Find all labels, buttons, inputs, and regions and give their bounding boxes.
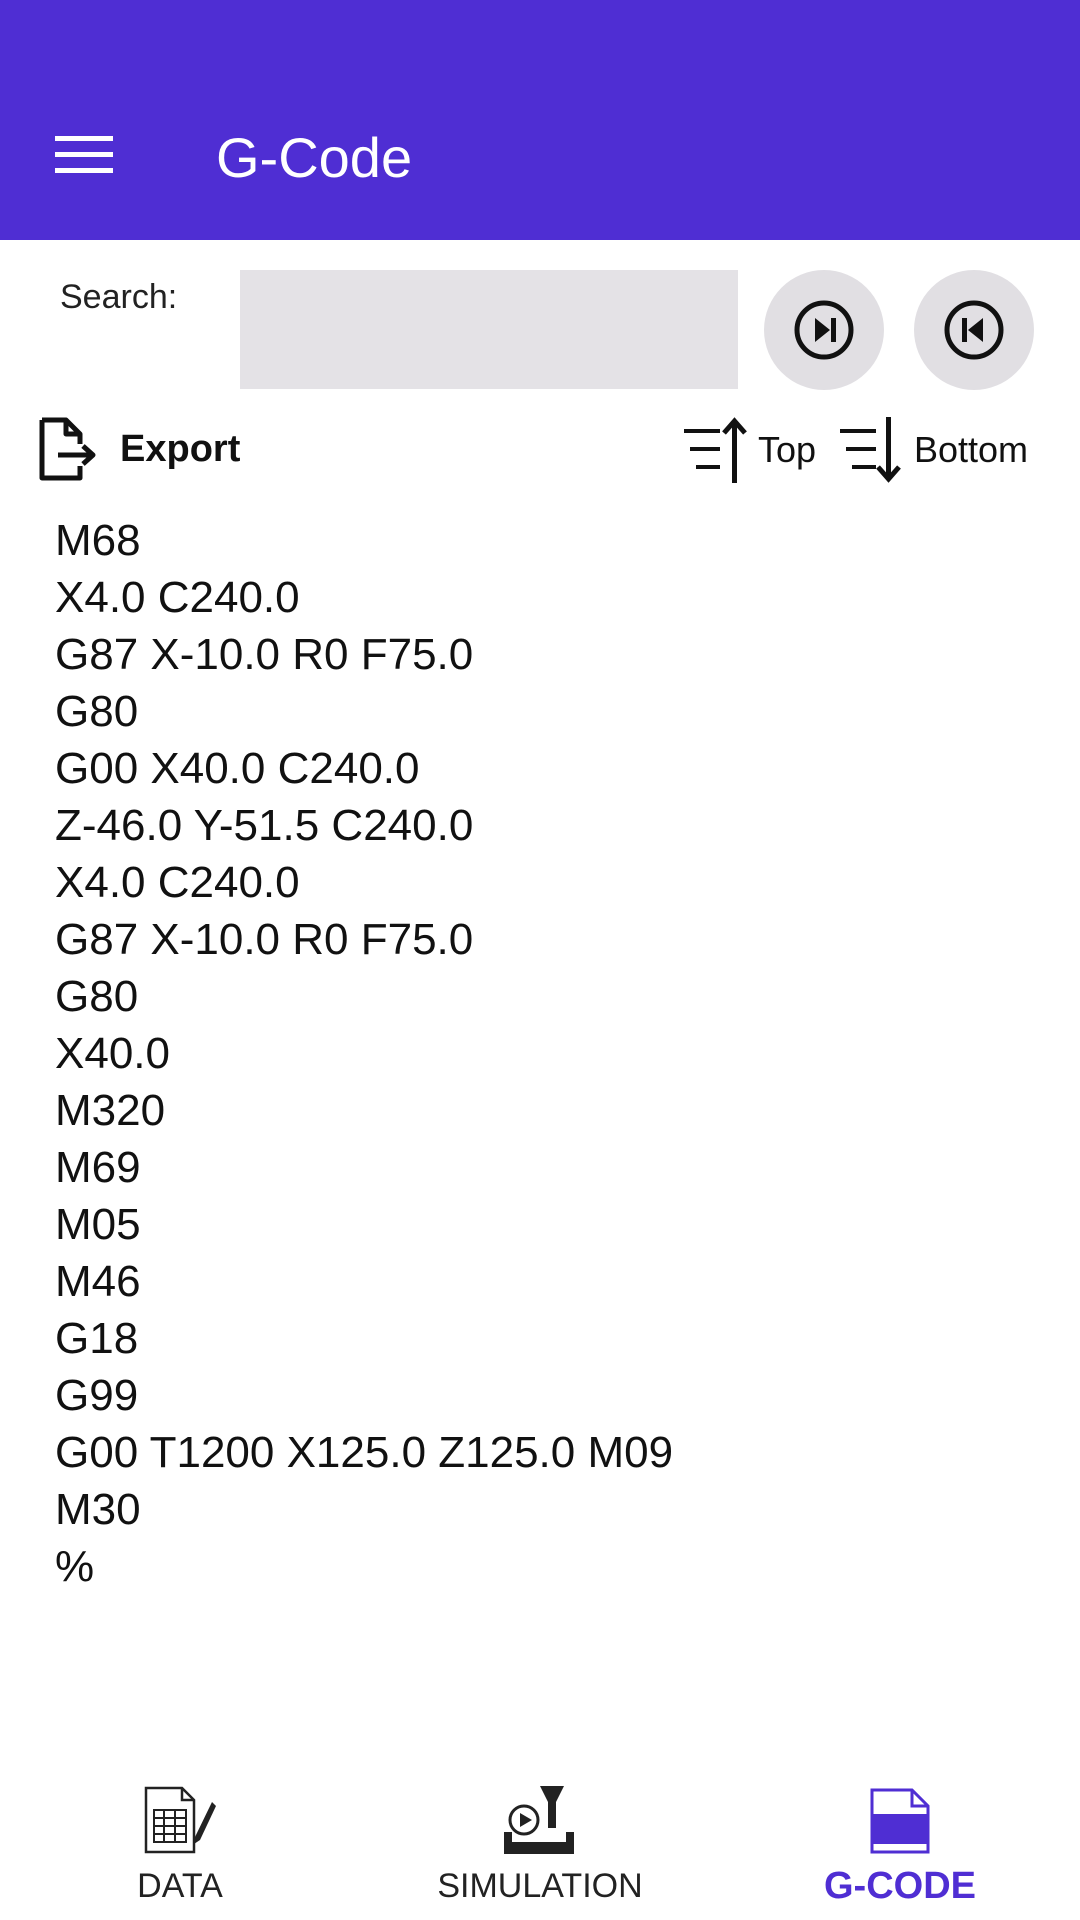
gcode-line: M46 xyxy=(55,1257,141,1306)
gcode-line: % xyxy=(55,1542,95,1591)
gcode-line: G99 xyxy=(55,1371,139,1420)
tab-simulation-label: SIMULATION xyxy=(437,1867,643,1905)
sort-down-arrow-icon xyxy=(840,417,901,483)
gcode-line: G80 xyxy=(55,687,139,736)
scroll-bottom-button[interactable]: Bottom xyxy=(836,412,1028,488)
gcode-line: G87 X-10.0 R0 F75.0 xyxy=(55,915,474,964)
document-icon xyxy=(870,1788,930,1854)
gcode-line: X4.0 C240.0 xyxy=(55,573,300,622)
gcode-line: X4.0 C240.0 xyxy=(55,858,300,907)
gcode-line: X40.0 xyxy=(55,1029,170,1078)
export-button[interactable]: Export xyxy=(36,414,240,484)
gcode-line: G87 X-10.0 R0 F75.0 xyxy=(55,630,474,679)
gcode-line: G00 T1200 X125.0 Z125.0 M09 xyxy=(55,1428,674,1477)
gcode-line: G18 xyxy=(55,1314,139,1363)
search-label: Search: xyxy=(60,278,178,316)
search-next-button[interactable] xyxy=(764,270,884,390)
gcode-listing: M68 X4.0 C240.0 G87 X-10.0 R0 F75.0 G80 … xyxy=(55,512,673,1595)
bottom-navigation: DATA SIMULATION G-CODE xyxy=(0,1760,1080,1920)
scroll-top-label: Top xyxy=(758,429,817,470)
gcode-line: G00 X40.0 C240.0 xyxy=(55,744,420,793)
menu-button[interactable] xyxy=(40,120,128,190)
page-title: G-Code xyxy=(216,126,413,189)
skip-previous-icon xyxy=(944,300,1004,360)
search-previous-button[interactable] xyxy=(914,270,1034,390)
hamburger-menu-icon xyxy=(55,136,113,173)
skip-next-icon xyxy=(794,300,854,360)
tab-data[interactable]: DATA xyxy=(100,1770,260,1920)
gcode-line: G80 xyxy=(55,972,139,1021)
file-export-icon xyxy=(39,417,96,481)
machine-simulation-icon xyxy=(504,1786,574,1854)
gcode-line: M30 xyxy=(55,1485,141,1534)
spreadsheet-edit-icon xyxy=(144,1786,216,1854)
gcode-line: M320 xyxy=(55,1086,166,1135)
gcode-line: M68 xyxy=(55,516,141,565)
tab-data-label: DATA xyxy=(137,1867,223,1905)
tab-gcode[interactable]: G-CODE xyxy=(800,1770,1000,1920)
tab-simulation[interactable]: SIMULATION xyxy=(420,1770,660,1920)
gcode-line: M05 xyxy=(55,1200,141,1249)
gcode-line: M69 xyxy=(55,1143,141,1192)
scroll-bottom-label: Bottom xyxy=(914,429,1029,470)
search-input[interactable] xyxy=(240,270,738,389)
scroll-top-button[interactable]: Top xyxy=(680,412,816,488)
sort-up-arrow-icon xyxy=(684,417,747,483)
tab-gcode-label: G-CODE xyxy=(824,1865,976,1907)
app-bar: G-Code xyxy=(0,0,1080,240)
export-label: Export xyxy=(120,427,241,470)
gcode-line: Z-46.0 Y-51.5 C240.0 xyxy=(55,801,474,850)
